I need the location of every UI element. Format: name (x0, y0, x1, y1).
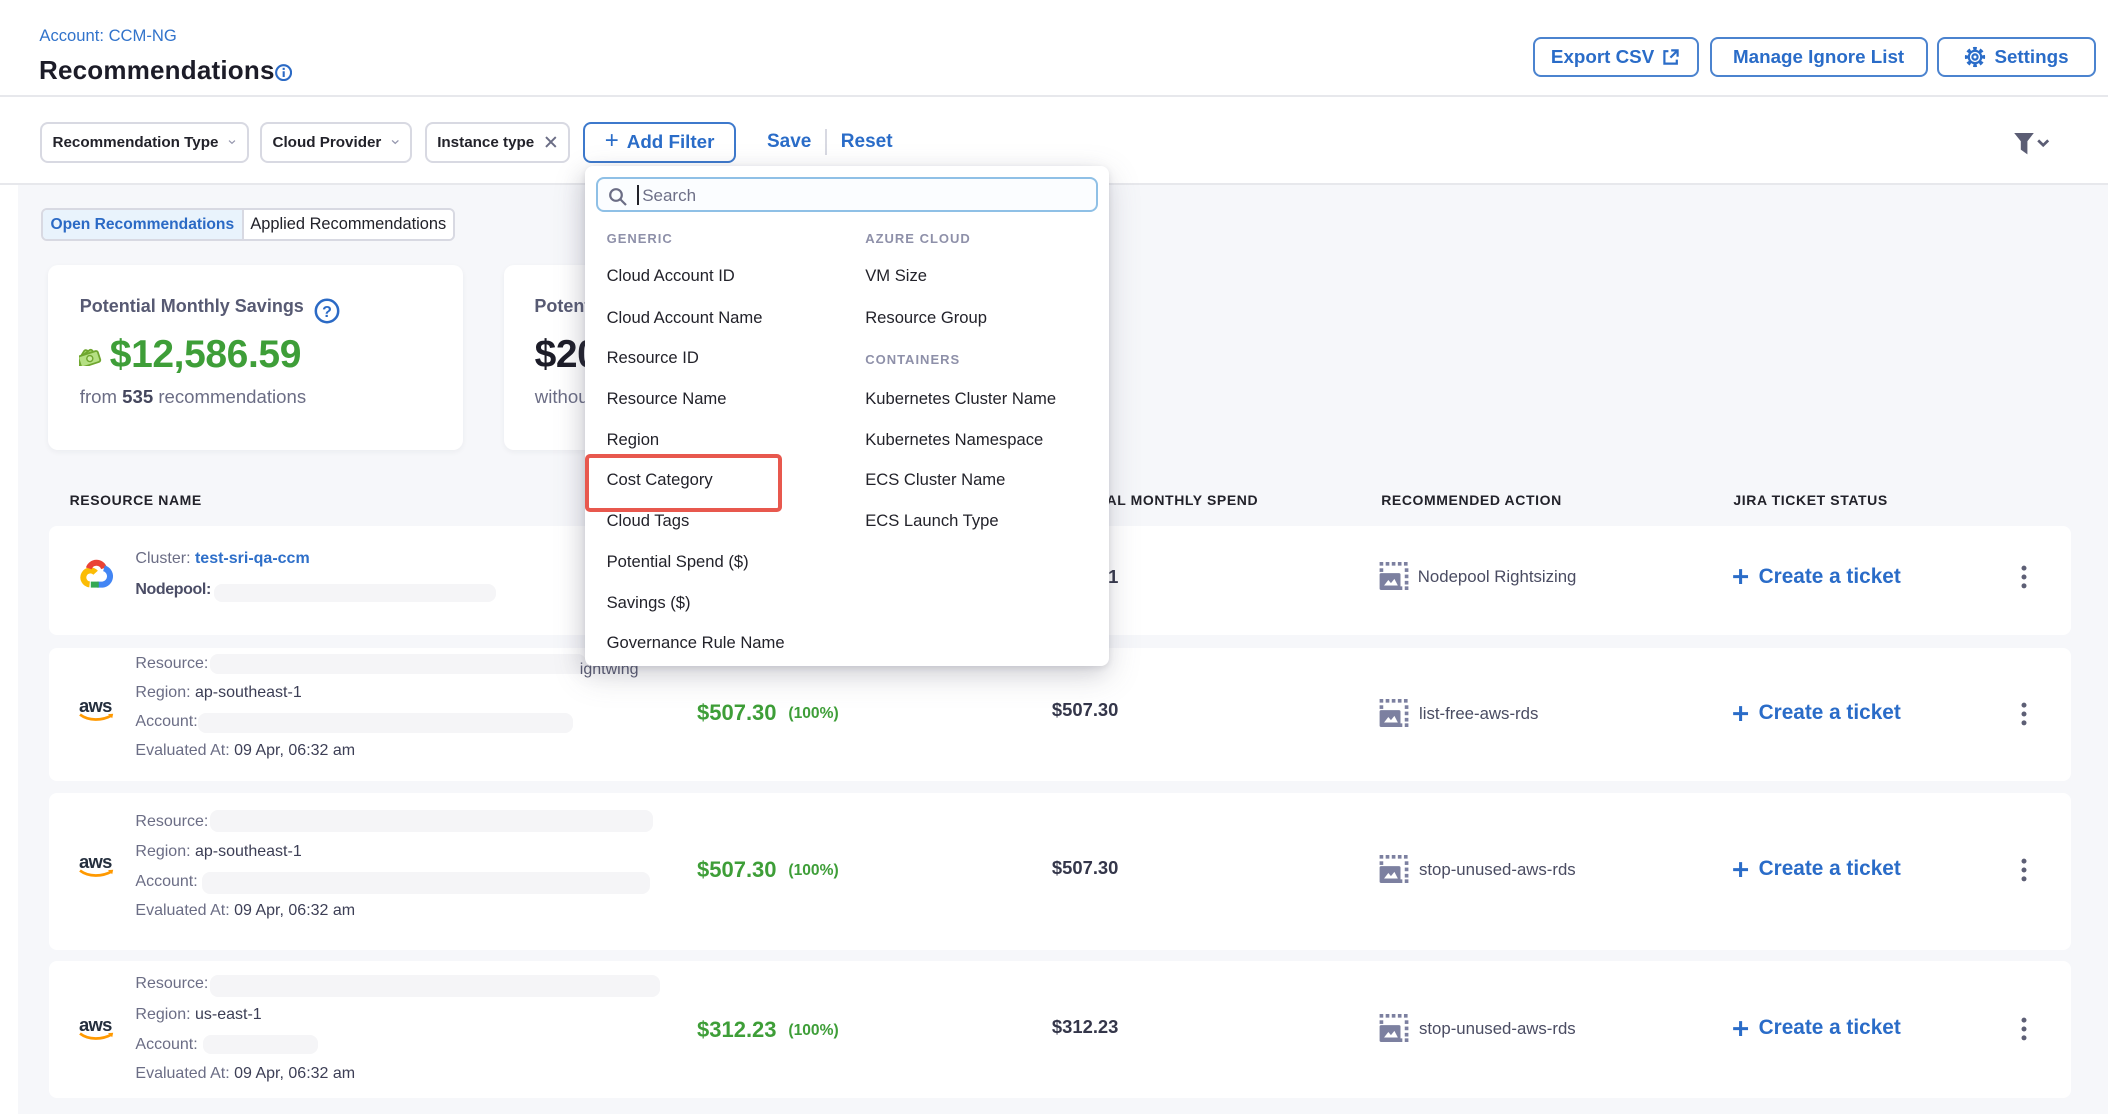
svg-text:?: ? (322, 303, 332, 320)
